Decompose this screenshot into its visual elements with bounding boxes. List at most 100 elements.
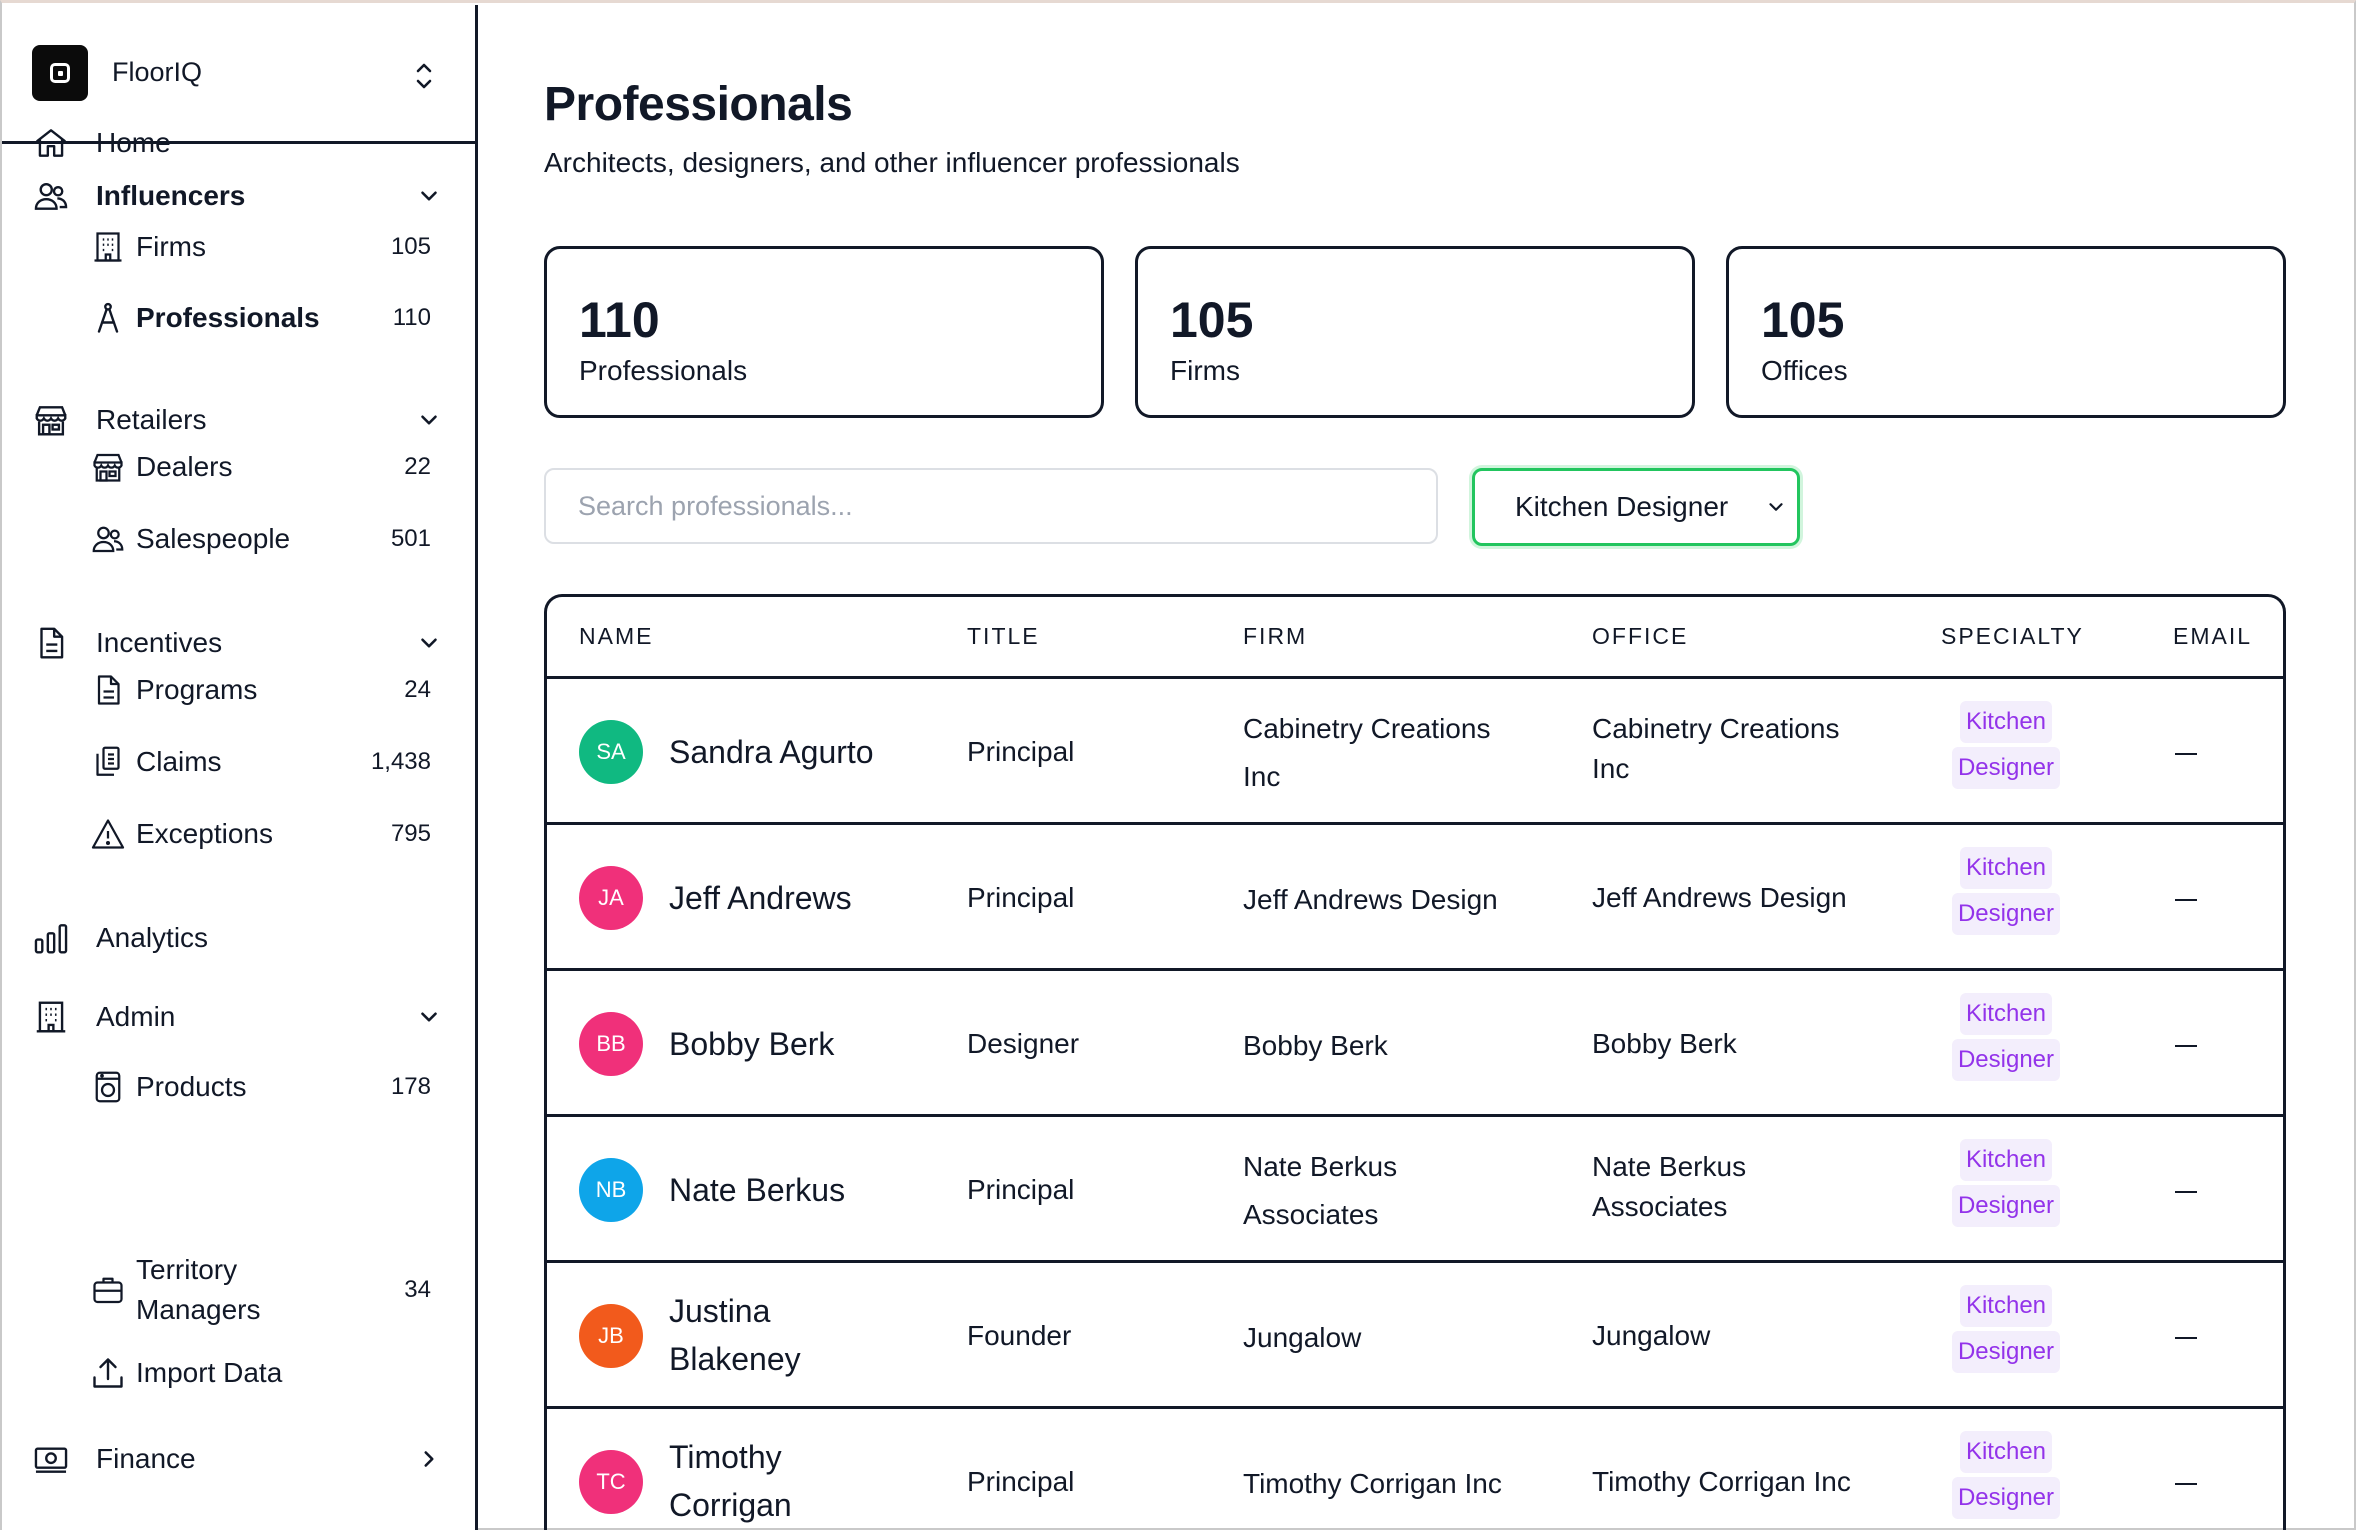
- sidebar-item-count: 501: [390, 525, 431, 552]
- clipboard-icon: [90, 744, 126, 780]
- sidebar-item-territory-managers[interactable]: Territory Managers 34: [2, 1250, 475, 1330]
- table-row[interactable]: TC Timothy Corrigan Principal Timothy Cor…: [547, 1409, 2283, 1530]
- chevron-down-icon[interactable]: [416, 630, 442, 656]
- chevron-down-icon[interactable]: [416, 1004, 442, 1030]
- stat-value: 105: [1761, 292, 1845, 348]
- sidebar-item-label: Claims: [136, 746, 222, 777]
- professional-firm: Nate Berkus Associates: [1243, 1151, 1398, 1230]
- professional-name[interactable]: Nate Berkus: [669, 1166, 909, 1214]
- column-header-title[interactable]: TITLE: [967, 623, 1040, 650]
- professional-firm: Bobby Berk: [1243, 1030, 1388, 1061]
- table-header: NAME TITLE FIRM OFFICE SPECIALTY EMAIL: [547, 597, 2283, 679]
- sidebar-item-count: 178: [390, 1073, 431, 1100]
- column-header-email[interactable]: EMAIL: [2173, 623, 2252, 650]
- warning-icon: [90, 816, 126, 852]
- sidebar-item-count: 1,438: [370, 748, 431, 775]
- chevron-up-down-icon[interactable]: [412, 59, 436, 93]
- sidebar-item-count: 22: [404, 453, 431, 480]
- users-icon: [32, 177, 70, 215]
- professional-title: Principal: [967, 1174, 1075, 1205]
- upload-icon: [90, 1355, 126, 1391]
- professional-name[interactable]: Timothy Corrigan: [669, 1433, 909, 1529]
- sidebar-item-label: Import Data: [136, 1357, 283, 1388]
- sidebar-item-count: 105: [390, 233, 431, 260]
- main-content: Professionals Architects, designers, and…: [480, 5, 2350, 1530]
- professional-office: Jeff Andrews Design: [1592, 882, 1847, 913]
- chevron-right-icon[interactable]: [416, 1446, 442, 1472]
- avatar: JB: [579, 1304, 643, 1368]
- email-empty: [2175, 1337, 2197, 1339]
- professional-office: Cabinetry Creations Inc: [1592, 713, 1840, 784]
- stat-card-offices: 105 Offices: [1726, 246, 2286, 418]
- professional-name[interactable]: Bobby Berk: [669, 1020, 909, 1068]
- chevron-down-icon[interactable]: [416, 407, 442, 433]
- avatar: BB: [579, 1012, 643, 1076]
- sidebar-item-label: Influencers: [96, 180, 246, 211]
- professional-name[interactable]: Justina Blakeney: [669, 1287, 909, 1383]
- professional-office: Bobby Berk: [1592, 1028, 1737, 1059]
- building-icon: [32, 998, 70, 1036]
- sidebar-item-label: Firms: [136, 231, 206, 262]
- sidebar-item-label: Salespeople: [136, 523, 291, 554]
- document-icon: [90, 672, 126, 708]
- stat-card-professionals: 110 Professionals: [544, 246, 1104, 418]
- specialty-badge: Kitchen Designer: [1941, 847, 2071, 939]
- stat-label: Firms: [1170, 355, 1240, 386]
- sidebar-item-salespeople[interactable]: Salespeople 501: [2, 511, 475, 567]
- sidebar-item-finance[interactable]: Finance: [2, 1431, 475, 1487]
- column-header-firm[interactable]: FIRM: [1243, 623, 1307, 650]
- sidebar-item-influencers[interactable]: Influencers: [2, 168, 475, 224]
- sidebar-item-label: Territory Managers: [136, 1254, 261, 1325]
- column-header-office[interactable]: OFFICE: [1592, 623, 1688, 650]
- professional-firm: Jungalow: [1243, 1322, 1362, 1353]
- column-header-name[interactable]: NAME: [579, 623, 653, 650]
- email-empty: [2175, 1483, 2197, 1485]
- table-row[interactable]: BB Bobby Berk Designer Bobby Berk Bobby …: [547, 971, 2283, 1117]
- sidebar-item-label: Programs: [136, 674, 258, 705]
- specialty-badge: Kitchen Designer: [1941, 701, 2071, 793]
- column-header-specialty[interactable]: SPECIALTY: [1941, 623, 2084, 650]
- sidebar-item-analytics[interactable]: Analytics: [2, 910, 475, 966]
- search-input[interactable]: [544, 468, 1438, 544]
- specialty-select-value: Kitchen Designer: [1515, 491, 1729, 522]
- sidebar-item-label: Finance: [96, 1443, 196, 1474]
- sidebar-item-label: Analytics: [96, 922, 209, 953]
- sidebar-item-home[interactable]: Home: [2, 115, 475, 171]
- professional-name[interactable]: Sandra Agurto: [669, 728, 909, 776]
- home-icon: [32, 124, 70, 162]
- email-empty: [2175, 899, 2197, 901]
- professional-firm: Cabinetry Creations Inc: [1243, 713, 1491, 792]
- sidebar-item-firms[interactable]: Firms 105: [2, 219, 475, 275]
- sidebar-item-dealers[interactable]: Dealers 22: [2, 439, 475, 495]
- table-row[interactable]: JA Jeff Andrews Principal Jeff Andrews D…: [547, 825, 2283, 971]
- chevron-down-icon[interactable]: [416, 183, 442, 209]
- professional-name[interactable]: Jeff Andrews: [669, 874, 909, 922]
- store-icon: [32, 401, 70, 439]
- sidebar-item-claims[interactable]: Claims 1,438: [2, 734, 475, 790]
- page-subtitle: Architects, designers, and other influen…: [544, 147, 1240, 178]
- professional-title: Principal: [967, 736, 1075, 767]
- bar-chart-icon: [32, 919, 70, 957]
- table-row[interactable]: JB Justina Blakeney Founder Jungalow Jung…: [547, 1263, 2283, 1409]
- sidebar-item-exceptions[interactable]: Exceptions 795: [2, 806, 475, 862]
- sidebar-item-professionals[interactable]: Professionals 110: [2, 290, 475, 346]
- banknote-icon: [32, 1440, 70, 1478]
- avatar: NB: [579, 1158, 643, 1222]
- sidebar-item-programs[interactable]: Programs 24: [2, 662, 475, 718]
- specialty-badge: Kitchen Designer: [1941, 1431, 2071, 1523]
- professional-firm: Jeff Andrews Design: [1243, 884, 1498, 915]
- stat-value: 105: [1170, 292, 1254, 348]
- sidebar-item-products[interactable]: Products 178: [2, 1059, 475, 1115]
- sidebar-item-label: Professionals: [136, 302, 320, 333]
- table-row[interactable]: NB Nate Berkus Principal Nate Berkus Asso…: [547, 1117, 2283, 1263]
- specialty-select[interactable]: Kitchen Designer: [1472, 468, 1800, 546]
- store-icon: [90, 449, 126, 485]
- sidebar-item-import-data[interactable]: Import Data: [2, 1345, 475, 1401]
- table-row[interactable]: SA Sandra Agurto Principal Cabinetry Cre…: [547, 679, 2283, 825]
- email-empty: [2175, 1045, 2197, 1047]
- sidebar-item-admin[interactable]: Admin: [2, 989, 475, 1045]
- stat-label: Professionals: [579, 355, 748, 386]
- sidebar-item-label: Admin: [96, 1001, 176, 1032]
- stat-value: 110: [579, 292, 660, 348]
- sidebar: FloorIQ Home Influencers Firms 105 Profe…: [2, 5, 478, 1530]
